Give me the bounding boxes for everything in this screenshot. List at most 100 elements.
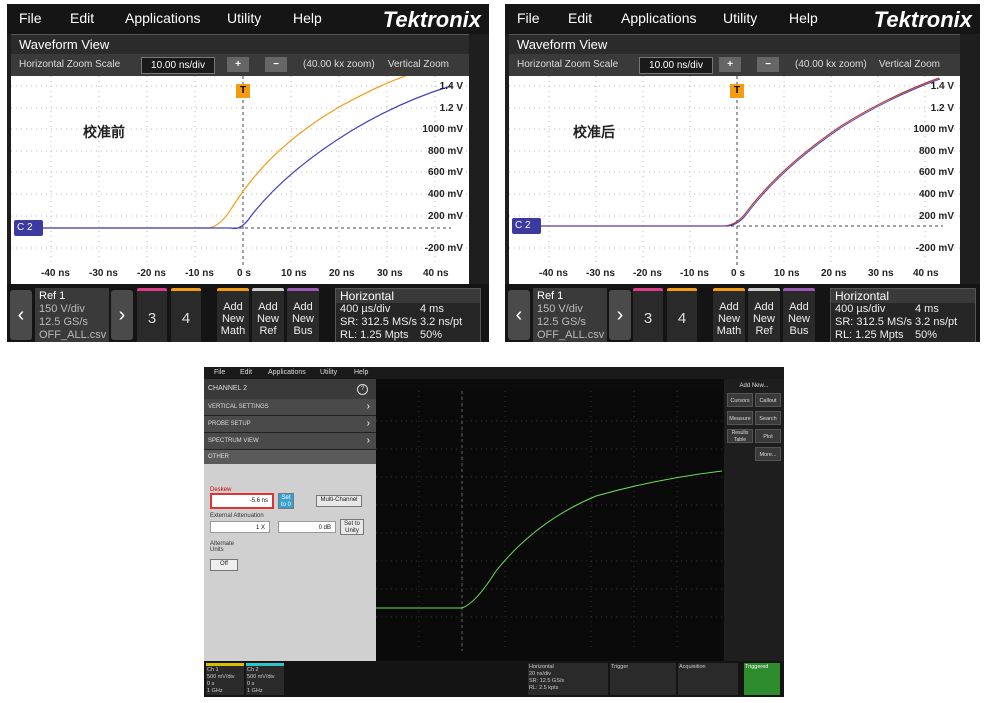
cursors-button[interactable]: Cursors <box>727 393 753 407</box>
zoom-bar: Horizontal Zoom Scale 10.00 ns/div + − (… <box>11 54 469 76</box>
channel-2-badge[interactable]: Ch 2 500 mV/div 0 s1 GHz <box>246 663 284 695</box>
add-new-ref-button[interactable]: Add New Ref <box>748 288 780 342</box>
badge-line: RL: 2.5 kpts <box>529 685 559 691</box>
btn-line: New <box>221 313 244 325</box>
menu-edit[interactable]: Edit <box>568 10 592 26</box>
zoom-out-button[interactable]: − <box>265 57 287 72</box>
channel-4-button[interactable]: 4 <box>171 288 201 342</box>
h-val: 50% <box>915 329 938 341</box>
zoom-scale-input[interactable]: 10.00 ns/div <box>639 57 713 74</box>
badge-line: Ch 2 <box>247 667 259 673</box>
y-label: 400 mV <box>918 189 954 200</box>
scroll-left-arrow[interactable]: ‹ <box>10 290 32 340</box>
ref-1-badge[interactable]: Ref 1 150 V/div 12.5 GS/s OFF_ALL.csv <box>533 288 607 342</box>
menu-help[interactable]: Help <box>789 10 818 26</box>
ref-line: 12.5 GS/s <box>39 316 88 328</box>
trigger-marker[interactable]: T <box>236 84 250 98</box>
channel-2-marker[interactable]: C 2 <box>512 218 541 234</box>
horizontal-title: Horizontal <box>831 289 975 303</box>
settings-bar: ‹ Ref 1 150 V/div 12.5 GS/s OFF_ALL.csv … <box>7 284 489 342</box>
horizontal-badge[interactable]: Horizontal 20 ns/div SR: 12.5 GS/s RL: 2.5 … <box>528 663 608 695</box>
menu-edit[interactable]: Edit <box>70 10 94 26</box>
spectrum-view-row[interactable]: SPECTRUM VIEW › <box>204 433 376 450</box>
waveform-plot[interactable]: 1.4 V 1.2 V 1000 mV 800 mV 600 mV 400 mV… <box>11 76 469 284</box>
menu-applications[interactable]: Applications <box>125 10 201 26</box>
alternate-units-toggle[interactable]: Off <box>210 559 238 571</box>
add-new-bus-button[interactable]: Add New Bus <box>287 288 319 342</box>
add-new-math-button[interactable]: Add New Math <box>713 288 745 342</box>
btn-line: Add <box>789 301 809 313</box>
y-label: 1000 mV <box>913 124 954 135</box>
help-icon[interactable]: ? <box>357 384 368 395</box>
menu-help[interactable]: Help <box>354 369 368 376</box>
ref-line: 150 V/div <box>537 303 583 315</box>
ext-attenuation-db-input[interactable]: 0 dB <box>278 521 336 533</box>
zoom-in-button[interactable]: + <box>719 57 741 72</box>
menu-file[interactable]: File <box>19 10 42 26</box>
waveform-plot[interactable] <box>376 391 723 661</box>
ref-1-badge[interactable]: Ref 1 150 V/div 12.5 GS/s OFF_ALL.csv <box>35 288 109 342</box>
menu-applications[interactable]: Applications <box>621 10 697 26</box>
horizontal-badge[interactable]: Horizontal 400 µs/div 4 ms SR: 312.5 MS/s… <box>335 288 481 342</box>
y-label: 200 mV <box>427 211 463 222</box>
badge-line: SR: 12.5 GS/s <box>529 678 565 684</box>
chevron-right-icon: › <box>366 435 370 446</box>
horizontal-badge[interactable]: Horizontal 400 µs/div 4 ms SR: 312.5 MS/s… <box>830 288 976 342</box>
menu-applications[interactable]: Applications <box>268 369 306 376</box>
x-label: -30 ns <box>586 268 615 279</box>
callout-button[interactable]: Callout <box>755 393 781 407</box>
menu-utility[interactable]: Utility <box>723 10 757 26</box>
add-new-bus-button[interactable]: Add New Bus <box>783 288 815 342</box>
measure-button[interactable]: Measure <box>727 411 753 425</box>
h-val: 4 ms <box>915 303 939 315</box>
btn-line: New <box>256 313 279 325</box>
scroll-left-arrow[interactable]: ‹ <box>508 290 530 340</box>
zoom-out-button[interactable]: − <box>757 57 779 72</box>
results-table-button[interactable]: Results Table <box>727 429 753 443</box>
channel-3-button[interactable]: 3 <box>137 288 167 342</box>
x-label: -10 ns <box>680 268 709 279</box>
trigger-badge[interactable]: Trigger <box>610 663 676 695</box>
menu-file[interactable]: File <box>214 369 225 376</box>
menu-edit[interactable]: Edit <box>240 369 252 376</box>
more-button[interactable]: More... <box>755 447 781 461</box>
plot-button[interactable]: Plot <box>755 429 781 443</box>
acquisition-badge[interactable]: Acquisition <box>678 663 738 695</box>
channel-2-marker[interactable]: C 2 <box>14 220 43 236</box>
set-to-0-button[interactable]: Set to 0 <box>278 493 294 509</box>
trigger-marker[interactable]: T <box>730 84 744 98</box>
chevron-right-icon: › <box>366 401 370 412</box>
waveform-plot[interactable]: 1.4 V 1.2 V 1000 mV 800 mV 600 mV 400 mV… <box>509 76 960 284</box>
badge-line: 500 mV/div <box>207 674 235 680</box>
scroll-right-arrow[interactable]: › <box>609 290 631 340</box>
deskew-input[interactable]: -5.6 ns <box>210 493 274 509</box>
scroll-right-arrow[interactable]: › <box>111 290 133 340</box>
ext-attenuation-x-input[interactable]: 1 X <box>210 521 270 533</box>
menu-utility[interactable]: Utility <box>320 369 337 376</box>
zoom-in-button[interactable]: + <box>227 57 249 72</box>
probe-setup-row[interactable]: PROBE SETUP › <box>204 416 376 433</box>
menu-help[interactable]: Help <box>293 10 322 26</box>
x-label: -20 ns <box>137 268 166 279</box>
x-label: 30 ns <box>868 268 894 279</box>
multi-channel-button[interactable]: Multi-Channel <box>316 495 362 507</box>
add-new-ref-button[interactable]: Add New Ref <box>252 288 284 342</box>
menu-utility[interactable]: Utility <box>227 10 261 26</box>
vertical-zoom-label: Vertical Zoom <box>387 59 449 70</box>
menu-bar: File Edit Applications Utility Help Tekt… <box>505 4 980 34</box>
channel-3-button[interactable]: 3 <box>633 288 663 342</box>
channel-4-button[interactable]: 4 <box>667 288 697 342</box>
set-to-unity-button[interactable]: Set to Unity <box>340 519 364 535</box>
horizontal-title: Horizontal <box>336 289 480 303</box>
add-new-math-button[interactable]: Add New Math <box>217 288 249 342</box>
search-button[interactable]: Search <box>755 411 781 425</box>
zoom-scale-input[interactable]: 10.00 ns/div <box>141 57 215 74</box>
badge-line: 0 s <box>207 681 215 687</box>
panel-title: CHANNEL 2? <box>204 379 376 399</box>
x-label: 20 ns <box>329 268 355 279</box>
channel-1-badge[interactable]: Ch 1 500 mV/div 0 s1 GHz <box>206 663 244 695</box>
menu-file[interactable]: File <box>517 10 540 26</box>
y-label: 400 mV <box>427 189 463 200</box>
vertical-settings-row[interactable]: VERTICAL SETTINGS › <box>204 399 376 416</box>
btn-line: Bus <box>293 325 313 337</box>
